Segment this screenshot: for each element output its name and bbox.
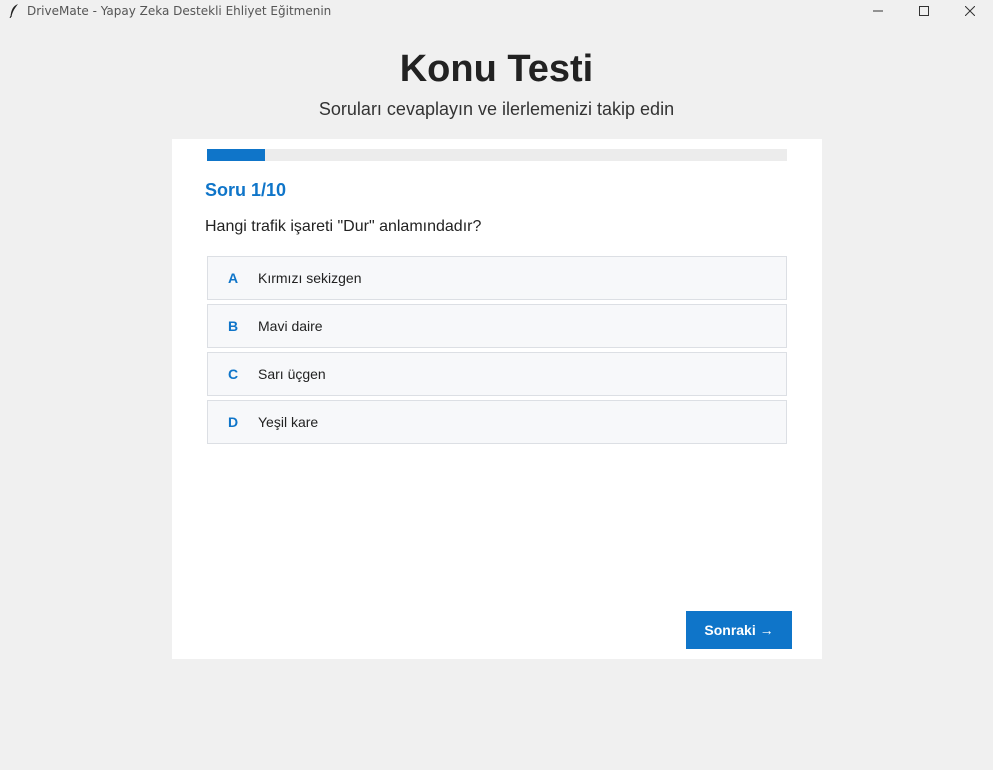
option-text: Sarı üçgen [258, 366, 326, 382]
question-text: Hangi trafik işareti "Dur" anlamındadır? [205, 218, 482, 235]
feather-icon [7, 4, 21, 18]
answer-options: A Kırmızı sekizgen B Mavi daire C Sarı ü… [207, 256, 787, 448]
progress-fill [207, 149, 265, 161]
window-titlebar: DriveMate - Yapay Zeka Destekli Ehliyet … [0, 0, 993, 22]
option-letter: A [227, 270, 239, 286]
option-text: Kırmızı sekizgen [258, 270, 362, 286]
next-button[interactable]: Sonraki → [686, 611, 792, 649]
close-icon [965, 6, 975, 16]
option-a[interactable]: A Kırmızı sekizgen [207, 256, 787, 300]
page-subtitle: Soruları cevaplayın ve ilerlemenizi taki… [318, 99, 675, 119]
page-title: Konu Testi [399, 48, 594, 90]
question-number: Soru 1/10 [205, 180, 287, 200]
minimize-button[interactable] [855, 0, 901, 22]
window-title: DriveMate - Yapay Zeka Destekli Ehliyet … [27, 4, 332, 18]
option-letter: C [227, 366, 239, 382]
progress-bar [207, 149, 787, 161]
maximize-button[interactable] [901, 0, 947, 22]
close-button[interactable] [947, 0, 993, 22]
maximize-icon [919, 6, 929, 16]
window-controls [855, 0, 993, 22]
option-text: Mavi daire [258, 318, 323, 334]
quiz-card: Soru 1/10 Hangi trafik işareti "Dur" anl… [172, 139, 822, 659]
minimize-icon [873, 10, 883, 12]
option-text: Yeşil kare [258, 414, 319, 430]
option-b[interactable]: B Mavi daire [207, 304, 787, 348]
option-c[interactable]: C Sarı üçgen [207, 352, 787, 396]
option-letter: D [227, 414, 239, 430]
option-d[interactable]: D Yeşil kare [207, 400, 787, 444]
option-letter: B [227, 318, 239, 334]
